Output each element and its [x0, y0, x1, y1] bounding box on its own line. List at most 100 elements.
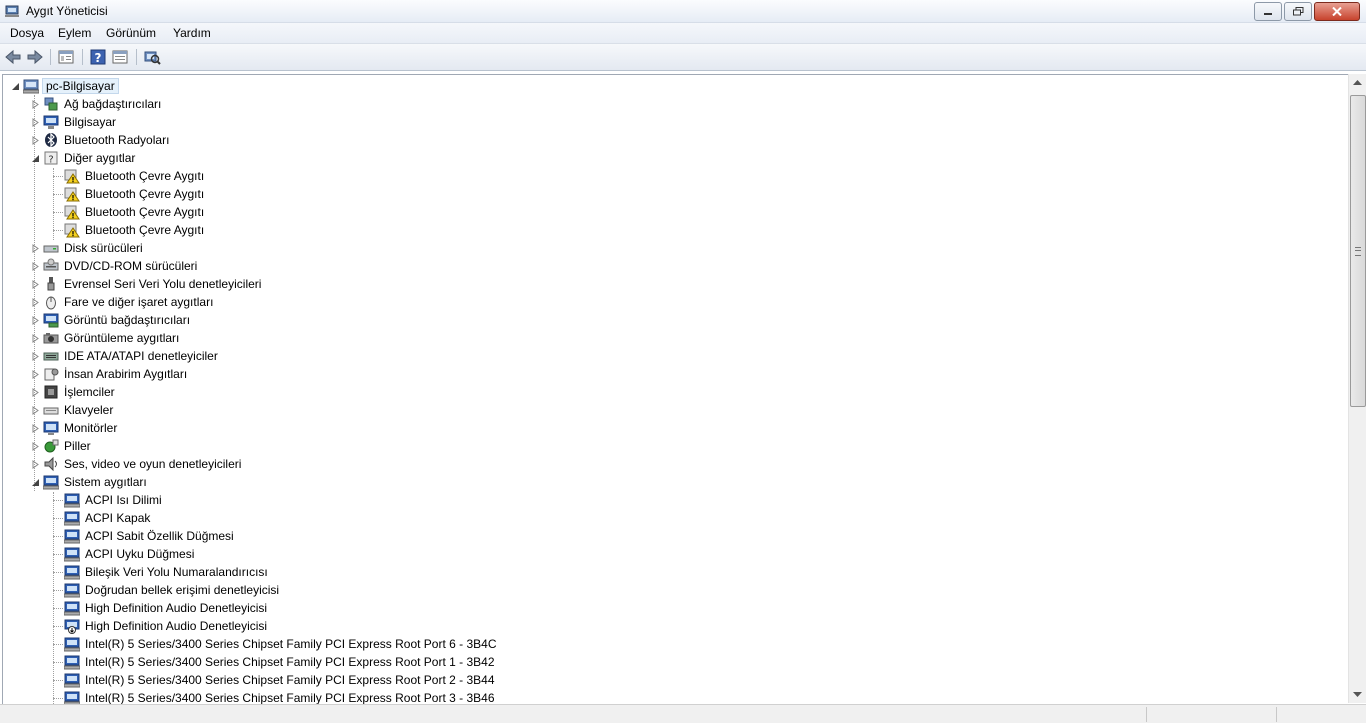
tree-category-node[interactable]: Klavyeler [31, 401, 115, 419]
tree-device-node[interactable]: Bluetooth Çevre Aygıtı [53, 167, 206, 185]
tree-category-node[interactable]: Evrensel Seri Veri Yolu denetleyicileri [31, 275, 263, 293]
vertical-scrollbar[interactable] [1348, 74, 1366, 703]
status-separator [1146, 707, 1147, 722]
tree-guide-line [53, 535, 63, 537]
tree-device-node[interactable]: Intel(R) 5 Series/3400 Series Chipset Fa… [53, 635, 499, 653]
collapsed-triangle-icon[interactable] [31, 333, 40, 343]
tree-guide-line [53, 607, 63, 609]
collapsed-triangle-icon[interactable] [31, 297, 40, 307]
tree-category-node[interactable]: Ses, video ve oyun denetleyicileri [31, 455, 243, 473]
tree-node-label: ACPI Uyku Düğmesi [85, 547, 195, 561]
tree-category-node[interactable]: Sistem aygıtları [31, 473, 149, 491]
minimize-button[interactable] [1254, 2, 1282, 21]
tree-node-label: Bluetooth Çevre Aygıtı [85, 187, 205, 201]
tree-device-node[interactable]: ACPI Uyku Düğmesi [53, 545, 196, 563]
dvd-drive-icon [43, 258, 59, 271]
collapsed-triangle-icon[interactable] [31, 423, 40, 433]
device-tree[interactable]: pc-Bilgisayar Ağ bağdaştırıcıları Bilgisa… [2, 74, 1348, 705]
tree-device-node[interactable]: Doğrudan bellek erişimi denetleyicisi [53, 581, 281, 599]
collapsed-triangle-icon[interactable] [31, 99, 40, 109]
menu-view[interactable]: Görünüm [106, 26, 156, 40]
mouse-icon [46, 296, 56, 310]
collapsed-triangle-icon[interactable] [31, 441, 40, 451]
forward-arrow-icon[interactable] [26, 48, 44, 66]
tree-node-label: Sistem aygıtları [64, 475, 147, 489]
tree-category-node[interactable]: Görüntü bağdaştırıcıları [31, 311, 192, 329]
menu-file[interactable]: Dosya [10, 26, 44, 40]
tree-device-node[interactable]: ACPI Kapak [53, 509, 152, 527]
tree-node-label: Evrensel Seri Veri Yolu denetleyicileri [64, 277, 262, 291]
collapsed-triangle-icon[interactable] [31, 459, 40, 469]
help-icon[interactable]: ? [89, 48, 107, 66]
collapsed-triangle-icon[interactable] [31, 369, 40, 379]
system-device-icon [64, 673, 80, 688]
collapsed-triangle-icon[interactable] [31, 405, 40, 415]
tree-device-node[interactable]: Intel(R) 5 Series/3400 Series Chipset Fa… [53, 689, 497, 704]
battery-icon [44, 439, 59, 453]
minimize-icon [1264, 12, 1272, 15]
system-device-icon [64, 547, 80, 562]
tree-category-node[interactable]: Ağ bağdaştırıcıları [31, 95, 163, 113]
tree-device-node[interactable]: Bluetooth Çevre Aygıtı [53, 203, 206, 221]
tree-device-node[interactable]: High Definition Audio Denetleyicisi [53, 599, 269, 617]
tree-category-node[interactable]: IDE ATA/ATAPI denetleyiciler [31, 347, 220, 365]
tree-device-node[interactable]: Intel(R) 5 Series/3400 Series Chipset Fa… [53, 671, 497, 689]
collapsed-triangle-icon[interactable] [31, 351, 40, 361]
menu-help[interactable]: Yardım [173, 26, 211, 40]
tree-device-node[interactable]: ACPI Sabit Özellik Düğmesi [53, 527, 236, 545]
toolbar: ? [0, 44, 1366, 71]
system-device-icon [64, 691, 80, 704]
scroll-up-arrow-icon[interactable] [1349, 74, 1366, 91]
expanded-triangle-icon[interactable] [31, 478, 40, 487]
tree-category-node[interactable]: Piller [31, 437, 93, 455]
tree-category-node[interactable]: Monitörler [31, 419, 119, 437]
properties-icon[interactable] [57, 48, 75, 66]
keyboard-icon [43, 407, 59, 415]
computer-icon [43, 115, 59, 129]
restore-button[interactable] [1284, 2, 1312, 21]
collapsed-triangle-icon[interactable] [31, 117, 40, 127]
tree-category-node[interactable]: Bilgisayar [31, 113, 118, 131]
scroll-down-arrow-icon[interactable] [1349, 686, 1366, 703]
tree-category-node[interactable]: İşlemciler [31, 383, 117, 401]
collapsed-triangle-icon[interactable] [31, 387, 40, 397]
back-arrow-icon[interactable] [4, 48, 22, 66]
tree-device-node[interactable]: Bluetooth Çevre Aygıtı [53, 221, 206, 239]
scrollbar-thumb[interactable] [1350, 95, 1366, 407]
tree-node-label: Bluetooth Çevre Aygıtı [85, 205, 205, 219]
tree-category-node[interactable]: Görüntüleme aygıtları [31, 329, 181, 347]
tree-root[interactable]: pc-Bilgisayar [11, 77, 119, 95]
tree-category-node[interactable]: İnsan Arabirim Aygıtları [31, 365, 189, 383]
tree-category-node[interactable]: ? Diğer aygıtlar [31, 149, 137, 167]
tree-root-label: pc-Bilgisayar [42, 78, 119, 94]
tree-node-label: Bilgisayar [64, 115, 117, 129]
tree-node-label: Disk sürücüleri [64, 241, 143, 255]
collapsed-triangle-icon[interactable] [31, 315, 40, 325]
toolbar-separator [82, 49, 83, 65]
tree-category-node[interactable]: Disk sürücüleri [31, 239, 145, 257]
tree-node-label: DVD/CD-ROM sürücüleri [64, 259, 198, 273]
tree-device-node[interactable]: Bileşik Veri Yolu Numaralandırıcısı [53, 563, 270, 581]
tree-device-node[interactable]: Bluetooth Çevre Aygıtı [53, 185, 206, 203]
collapsed-triangle-icon[interactable] [31, 261, 40, 271]
tree-category-node[interactable]: Fare ve diğer işaret aygıtları [31, 293, 215, 311]
expanded-triangle-icon[interactable] [31, 154, 40, 163]
tree-device-node[interactable]: High Definition Audio Denetleyicisi [53, 617, 269, 635]
details-view-icon[interactable] [111, 48, 129, 66]
tree-device-node[interactable]: ACPI Isı Dilimi [53, 491, 164, 509]
close-button[interactable] [1314, 2, 1360, 21]
ide-controller-icon [43, 352, 59, 361]
expanded-triangle-icon[interactable] [11, 82, 20, 91]
system-device-icon [64, 601, 80, 616]
tree-category-node[interactable]: DVD/CD-ROM sürücüleri [31, 257, 199, 275]
tree-device-node[interactable]: Intel(R) 5 Series/3400 Series Chipset Fa… [53, 653, 497, 671]
imaging-device-icon [43, 333, 59, 344]
collapsed-triangle-icon[interactable] [31, 243, 40, 253]
scan-hardware-icon[interactable] [143, 48, 161, 66]
tree-node-label: Bluetooth Radyoları [64, 133, 170, 147]
tree-category-node[interactable]: Bluetooth Radyoları [31, 131, 171, 149]
title-bar: Aygıt Yöneticisi [0, 0, 1366, 23]
collapsed-triangle-icon[interactable] [31, 279, 40, 289]
menu-action[interactable]: Eylem [58, 26, 91, 40]
collapsed-triangle-icon[interactable] [31, 135, 40, 145]
